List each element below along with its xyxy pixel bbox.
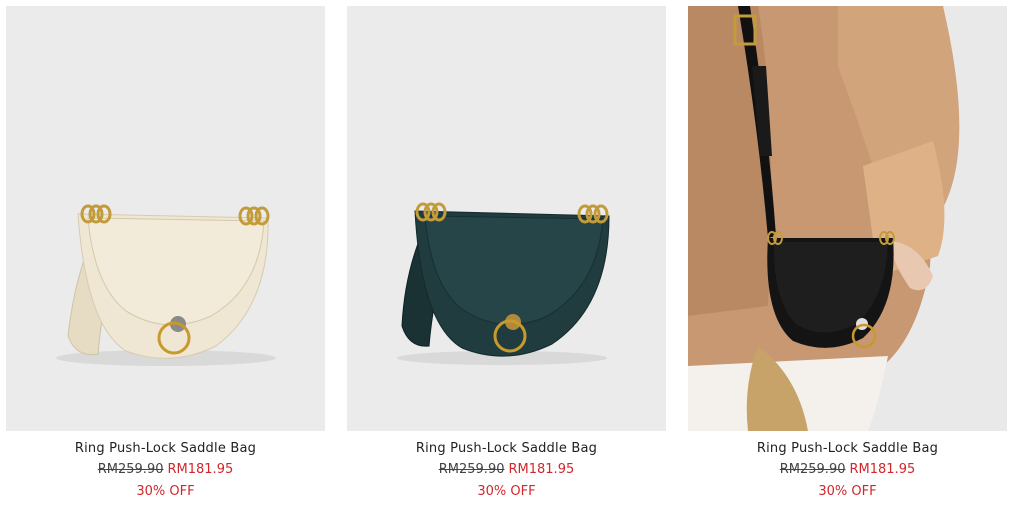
product-card[interactable]: Ring Push-Lock Saddle Bag RM259.90 RM181.… xyxy=(6,6,325,499)
sale-price: RM181.95 xyxy=(508,462,575,477)
price-row: RM259.90 RM181.95 xyxy=(688,462,1007,477)
product-name[interactable]: Ring Push-Lock Saddle Bag xyxy=(347,441,666,456)
product-grid: Ring Push-Lock Saddle Bag RM259.90 RM181.… xyxy=(0,0,1015,515)
product-card[interactable]: Ring Push-Lock Saddle Bag RM259.90 RM181.… xyxy=(347,6,666,499)
sale-price: RM181.95 xyxy=(849,462,916,477)
sale-price: RM181.95 xyxy=(167,462,234,477)
product-card[interactable]: Ring Push-Lock Saddle Bag RM259.90 RM181.… xyxy=(688,6,1007,499)
product-image[interactable] xyxy=(347,6,666,431)
price-row: RM259.90 RM181.95 xyxy=(347,462,666,477)
original-price: RM259.90 xyxy=(438,462,505,477)
product-image[interactable] xyxy=(6,6,325,431)
discount-badge: 30% OFF xyxy=(818,484,877,499)
original-price: RM259.90 xyxy=(779,462,846,477)
price-row: RM259.90 RM181.95 xyxy=(6,462,325,477)
product-image[interactable] xyxy=(688,6,1007,431)
discount-badge: 30% OFF xyxy=(477,484,536,499)
discount-badge: 30% OFF xyxy=(136,484,195,499)
product-name[interactable]: Ring Push-Lock Saddle Bag xyxy=(6,441,325,456)
original-price: RM259.90 xyxy=(97,462,164,477)
product-name[interactable]: Ring Push-Lock Saddle Bag xyxy=(688,441,1007,456)
